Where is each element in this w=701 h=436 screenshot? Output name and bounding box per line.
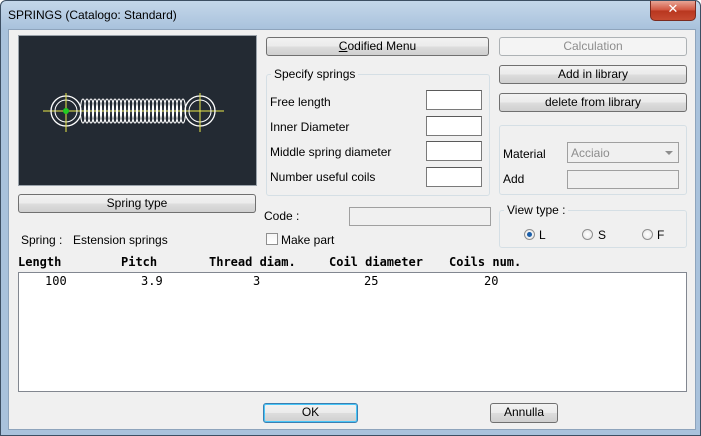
- springs-list[interactable]: 100 3.9 3 25 20: [18, 272, 687, 392]
- cell-coil-diameter: 25: [364, 274, 379, 288]
- spring-preview: [18, 35, 257, 186]
- code-label: Code :: [264, 209, 300, 223]
- code-input[interactable]: [349, 207, 491, 226]
- cell-pitch: 3.9: [141, 274, 163, 288]
- col-header-coil-diameter: Coil diameter: [329, 255, 423, 269]
- title-bar[interactable]: SPRINGS (Catalogo: Standard) ✕: [1, 1, 700, 29]
- middle-diameter-label: Middle spring diameter: [270, 145, 392, 159]
- view-type-label-l: L: [539, 228, 546, 242]
- table-row[interactable]: 100 3.9 3 25 20: [19, 273, 686, 289]
- cell-thread-diam: 3: [253, 274, 261, 288]
- springs-dialog: SPRINGS (Catalogo: Standard) ✕ Spring ty…: [0, 0, 701, 436]
- dialog-client-area: Spring type Spring : Estension springs C…: [8, 29, 696, 430]
- add-in-library-button[interactable]: Add in library: [499, 65, 687, 84]
- useful-coils-label: Number useful coils: [270, 170, 376, 184]
- spring-type-button[interactable]: Spring type: [18, 194, 256, 213]
- spring-info-label: Spring :: [21, 233, 63, 247]
- col-header-coils-num: Coils num.: [449, 255, 522, 269]
- codified-menu-button[interactable]: Codified Menu: [266, 37, 489, 56]
- inner-diameter-label: Inner Diameter: [270, 120, 350, 134]
- make-part-label: Make part: [281, 233, 335, 247]
- add-label: Add: [503, 172, 525, 186]
- view-type-radio-l[interactable]: [524, 229, 535, 240]
- add-input[interactable]: [567, 170, 679, 189]
- view-type-label-s: S: [598, 228, 607, 242]
- close-icon[interactable]: ✕: [650, 1, 696, 21]
- specify-springs-title: Specify springs: [271, 67, 359, 81]
- delete-from-library-button[interactable]: delete from library: [499, 93, 687, 112]
- col-header-length: Length: [18, 255, 62, 269]
- chevron-down-icon: [665, 151, 673, 155]
- material-label: Material: [503, 147, 546, 161]
- useful-coils-input[interactable]: [426, 167, 482, 187]
- ok-button[interactable]: OK: [263, 403, 358, 423]
- inner-diameter-input[interactable]: [426, 116, 482, 136]
- col-header-thread-diam: Thread diam.: [209, 255, 296, 269]
- calculation-button[interactable]: Calculation: [499, 37, 687, 56]
- spring-drawing: [43, 93, 224, 132]
- view-type-radio-f[interactable]: [642, 229, 653, 240]
- cancel-button[interactable]: Annulla: [490, 403, 558, 423]
- cell-coils-num: 20: [484, 274, 499, 288]
- middle-diameter-input[interactable]: [426, 141, 482, 161]
- free-length-label: Free length: [270, 95, 331, 109]
- material-select-value: Acciaio: [571, 146, 610, 160]
- material-select[interactable]: Acciaio: [567, 142, 679, 163]
- view-type-radio-s[interactable]: [582, 229, 593, 240]
- window-title: SPRINGS (Catalogo: Standard): [8, 8, 177, 22]
- make-part-checkbox[interactable]: [266, 233, 278, 245]
- view-type-title: View type :: [504, 203, 569, 217]
- col-header-pitch: Pitch: [121, 255, 158, 269]
- spring-info-value: Estension springs: [73, 233, 168, 247]
- codified-menu-label: odified Menu: [347, 39, 417, 53]
- view-type-label-f: F: [657, 228, 665, 242]
- cell-length: 100: [45, 274, 67, 288]
- free-length-input[interactable]: [426, 90, 482, 110]
